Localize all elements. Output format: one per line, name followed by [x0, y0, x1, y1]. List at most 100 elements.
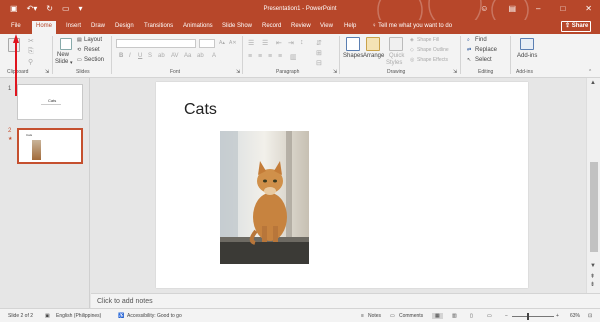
tab-draw[interactable]: Draw [91, 23, 105, 29]
tab-record[interactable]: Record [262, 23, 281, 29]
shapes-button[interactable]: Shapes [343, 53, 363, 59]
align-left-icon[interactable]: ≡ [248, 53, 252, 60]
scroll-up-icon[interactable]: ▲ [590, 80, 596, 86]
drawing-launcher-icon[interactable]: ⇲ [453, 69, 457, 75]
reading-view-icon[interactable]: ▯ [470, 313, 473, 319]
replace-icon[interactable]: ⇄ [467, 47, 471, 53]
spelling-icon[interactable]: ▣ [45, 313, 50, 319]
section-button[interactable]: Section [84, 57, 104, 63]
shape-effects-button[interactable]: Shape Effects [417, 57, 448, 63]
text-direction-icon[interactable]: ⇵ [316, 39, 322, 47]
previous-slide-icon[interactable]: ⇞ [590, 273, 595, 280]
cut-icon[interactable]: ✂ [28, 37, 34, 45]
scrollbar-thumb[interactable] [590, 162, 598, 252]
arrange-icon[interactable] [366, 37, 380, 51]
slideshow-view-icon[interactable]: ▭ [487, 313, 492, 319]
tab-animations[interactable]: Animations [183, 23, 213, 29]
select-button[interactable]: Select [475, 57, 492, 63]
notes-icon[interactable]: ≡ [361, 313, 364, 319]
tab-insert[interactable]: Insert [66, 23, 81, 29]
bullets-icon[interactable]: ☰ [248, 39, 254, 47]
accessibility-icon[interactable]: ♿ [118, 313, 124, 319]
shapes-icon[interactable] [346, 37, 360, 51]
justify-icon[interactable]: ≡ [278, 53, 282, 60]
add-ins-button[interactable]: Add-ins [517, 53, 537, 59]
underline-icon[interactable]: U [138, 53, 142, 59]
collapse-ribbon-icon[interactable]: ⌃ [588, 69, 592, 75]
ribbon-display-options-icon[interactable]: ▤ [508, 4, 516, 13]
new-slide-icon[interactable] [60, 38, 72, 50]
strikethrough-icon[interactable]: ab [158, 53, 165, 59]
select-icon[interactable]: ↖ [467, 57, 471, 63]
zoom-out-icon[interactable]: − [505, 313, 508, 319]
zoom-in-icon[interactable]: + [556, 313, 559, 319]
tab-file[interactable]: File [11, 23, 21, 29]
tab-design[interactable]: Design [115, 23, 134, 29]
zoom-level[interactable]: 63% [570, 313, 580, 319]
section-icon[interactable]: ▭ [77, 57, 82, 63]
zoom-slider-thumb[interactable] [527, 313, 529, 320]
shape-fill-icon[interactable]: ◈ [410, 37, 414, 43]
change-case-icon[interactable]: Aa [184, 53, 191, 59]
numbering-icon[interactable]: ☰ [262, 39, 268, 47]
highlight-icon[interactable]: ab [197, 53, 204, 59]
font-size-box[interactable] [199, 39, 215, 48]
accessibility-status[interactable]: Accessibility: Good to go [127, 313, 182, 319]
fit-to-window-icon[interactable]: ⊡ [588, 313, 592, 319]
tell-me-search[interactable]: ♀ Tell me what you want to do [372, 23, 452, 29]
tab-transitions[interactable]: Transitions [144, 23, 173, 29]
smartart-icon[interactable]: ⊟ [316, 59, 322, 67]
tab-help[interactable]: Help [344, 23, 356, 29]
zoom-slider[interactable] [512, 316, 554, 317]
share-button[interactable]: ⇪ Share [561, 21, 591, 32]
quick-styles-button[interactable]: Quick [389, 53, 404, 59]
minimize-icon[interactable]: – [536, 4, 540, 13]
tab-slide-show[interactable]: Slide Show [222, 23, 252, 29]
normal-view-icon[interactable]: ▦ [432, 313, 443, 319]
replace-button[interactable]: Replace [475, 47, 497, 53]
user-icon[interactable]: ☺ [480, 4, 488, 13]
reset-icon[interactable]: ⟲ [77, 47, 81, 53]
find-icon[interactable]: ⌕ [467, 37, 470, 43]
reset-button[interactable]: Reset [84, 47, 100, 53]
find-button[interactable]: Find [475, 37, 487, 43]
clear-format-icon[interactable]: A✕ [229, 40, 237, 46]
tab-review[interactable]: Review [291, 23, 311, 29]
copy-icon[interactable]: ⎘ [28, 48, 34, 56]
add-ins-icon[interactable] [520, 38, 534, 50]
align-right-icon[interactable]: ≡ [268, 53, 272, 60]
quick-styles-icon[interactable] [389, 37, 403, 51]
font-grow-icon[interactable]: A▴ [219, 40, 225, 46]
shape-effects-icon[interactable]: ◎ [410, 57, 414, 63]
line-spacing-icon[interactable]: ↕ [300, 39, 304, 46]
quick-styles-button-2[interactable]: Styles [386, 60, 402, 66]
slide-title[interactable]: Cats [184, 101, 217, 119]
tab-home[interactable]: Home [32, 21, 57, 34]
layout-button[interactable]: Layout [84, 37, 102, 43]
shadow-icon[interactable]: S [148, 53, 152, 59]
scroll-down-icon[interactable]: ▼ [590, 263, 596, 269]
shape-outline-icon[interactable]: ◇ [410, 47, 414, 53]
font-name-box[interactable] [116, 39, 196, 48]
vertical-scrollbar[interactable]: ▲ ▼ ⇞ ⇟ [586, 78, 600, 293]
decrease-indent-icon[interactable]: ⇤ [276, 39, 282, 47]
close-icon[interactable]: ✕ [585, 4, 592, 13]
italic-icon[interactable]: I [129, 53, 131, 59]
next-slide-icon[interactable]: ⇟ [590, 281, 595, 288]
font-color-icon[interactable]: A [212, 53, 216, 59]
new-slide-label-2[interactable]: Slide [55, 59, 68, 65]
language-status[interactable]: English (Philippines) [56, 313, 101, 319]
cat-picture[interactable] [220, 131, 309, 264]
tab-view[interactable]: View [320, 23, 333, 29]
comments-button[interactable]: Comments [399, 313, 423, 319]
align-center-icon[interactable]: ≡ [258, 53, 262, 60]
notes-button[interactable]: Notes [368, 313, 381, 319]
char-spacing-icon[interactable]: AV [171, 53, 179, 59]
font-launcher-icon[interactable]: ⇲ [236, 69, 240, 75]
new-slide-dropdown-icon[interactable]: ▾ [70, 60, 73, 66]
shape-fill-button[interactable]: Shape Fill [417, 37, 439, 43]
columns-icon[interactable]: ▥ [290, 53, 297, 61]
paragraph-launcher-icon[interactable]: ⇲ [333, 69, 337, 75]
layout-icon[interactable]: ▤ [77, 37, 82, 43]
comments-icon[interactable]: ▭ [390, 313, 395, 319]
